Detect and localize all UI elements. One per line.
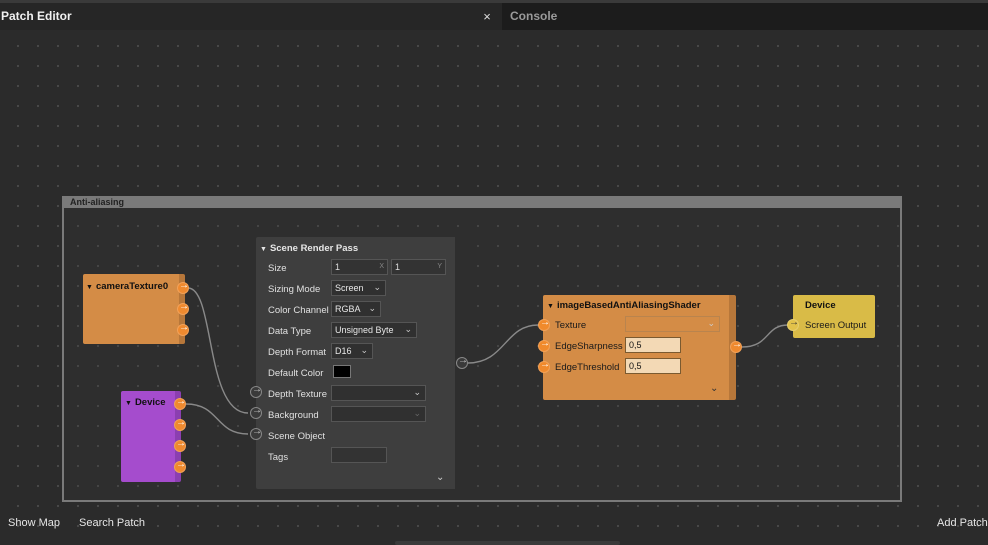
chevron-down-icon: ⌄: [368, 303, 376, 313]
screen-output-label: Screen Output: [805, 320, 867, 331]
chevron-down-icon: ⌄: [413, 387, 421, 397]
show-map-button[interactable]: Show Map: [8, 517, 60, 529]
node-anti-aliasing-shader[interactable]: ▼ imageBasedAntiAliasingShader Texture ⌄ …: [543, 295, 736, 400]
node-title: Device: [805, 300, 836, 311]
tags-input[interactable]: [331, 447, 387, 463]
group-anti-aliasing[interactable]: Anti-aliasing: [62, 196, 902, 502]
texture-input-port[interactable]: [538, 317, 550, 331]
node-title: ▼ Scene Render Pass: [260, 243, 359, 254]
node-title: ▼ cameraTexture0: [86, 281, 169, 292]
texture-label: Texture: [555, 320, 587, 331]
tab-bar: Patch Editor × Console: [0, 0, 988, 30]
group-header[interactable]: Anti-aliasing: [64, 197, 900, 208]
depth-format-select[interactable]: D16 ⌄: [331, 343, 373, 359]
device-output-port-2[interactable]: [174, 417, 186, 431]
size-label: Size: [268, 263, 287, 274]
collapse-triangle-icon[interactable]: ▼: [260, 246, 267, 253]
edge-sharpness-input[interactable]: 0,5: [625, 337, 681, 353]
size-x-input[interactable]: 1X: [331, 259, 388, 275]
sizing-mode-select[interactable]: Screen ⌄: [331, 280, 386, 296]
shader-output-port[interactable]: [730, 339, 742, 353]
collapse-triangle-icon[interactable]: ▼: [547, 303, 554, 310]
background-select[interactable]: ⌄: [331, 406, 426, 422]
search-patch-button[interactable]: Search Patch: [79, 517, 145, 529]
tags-label: Tags: [268, 452, 289, 463]
chevron-down-icon: ⌄: [360, 345, 368, 355]
camera-output-port-3[interactable]: [177, 322, 189, 336]
size-y-input[interactable]: 1Y: [391, 259, 446, 275]
depth-format-label: Depth Format: [268, 347, 327, 358]
edge-threshold-label: EdgeThreshold: [555, 362, 620, 373]
chevron-down-icon: ⌄: [404, 324, 412, 334]
chevron-down-icon: ⌄: [707, 318, 715, 328]
node-device-output[interactable]: Device Screen Output: [793, 295, 875, 338]
camera-output-port-1[interactable]: [177, 280, 189, 294]
color-channel-select[interactable]: RGBA ⌄: [331, 301, 381, 317]
node-device-input[interactable]: ▼ Device: [121, 391, 181, 482]
chevron-down-icon: ⌄: [413, 408, 421, 418]
texture-select[interactable]: ⌄: [625, 316, 720, 332]
edge-sharpness-input-port[interactable]: [538, 338, 550, 352]
camera-output-port-2[interactable]: [177, 301, 189, 315]
screen-output-input-port[interactable]: [787, 317, 799, 331]
horizontal-scrollbar[interactable]: [395, 541, 620, 545]
node-title: ▼ imageBasedAntiAliasingShader: [547, 300, 701, 311]
default-color-label: Default Color: [268, 368, 324, 379]
collapse-triangle-icon[interactable]: ▼: [86, 284, 93, 291]
expand-chevron-icon[interactable]: ⌄: [436, 472, 444, 483]
scene-object-label: Scene Object: [268, 431, 326, 442]
default-color-swatch[interactable]: [333, 365, 351, 378]
tab-console[interactable]: Console: [510, 3, 557, 30]
background-label: Background: [268, 410, 319, 421]
device-output-port-3[interactable]: [174, 438, 186, 452]
depth-texture-label: Depth Texture: [268, 389, 327, 400]
scene-object-input-port[interactable]: [250, 426, 262, 440]
close-icon[interactable]: ×: [478, 3, 496, 30]
sizing-mode-label: Sizing Mode: [268, 284, 321, 295]
expand-chevron-icon[interactable]: ⌄: [710, 383, 718, 394]
color-channel-label: Color Channel: [268, 305, 329, 316]
device-output-port-1[interactable]: [174, 396, 186, 410]
edge-threshold-input[interactable]: 0,5: [625, 358, 681, 374]
depth-texture-input-port[interactable]: [250, 384, 262, 398]
depth-texture-select[interactable]: ⌄: [331, 385, 426, 401]
data-type-select[interactable]: Unsigned Byte ⌄: [331, 322, 417, 338]
collapse-triangle-icon[interactable]: ▼: [125, 400, 132, 407]
chevron-down-icon: ⌄: [373, 282, 381, 292]
node-camera-texture[interactable]: ▼ cameraTexture0: [83, 274, 185, 344]
edge-sharpness-label: EdgeSharpness: [555, 341, 623, 352]
node-scene-render-pass[interactable]: ▼ Scene Render Pass Size 1X 1Y Sizing Mod…: [256, 237, 461, 489]
srp-output-port[interactable]: [456, 355, 468, 369]
edge-threshold-input-port[interactable]: [538, 359, 550, 373]
data-type-label: Data Type: [268, 326, 312, 337]
tab-patch-editor[interactable]: Patch Editor: [0, 3, 502, 30]
group-title: Anti-aliasing: [70, 197, 125, 207]
node-title: ▼ Device: [125, 397, 166, 408]
background-input-port[interactable]: [250, 405, 262, 419]
add-patch-button[interactable]: Add Patch: [937, 517, 988, 529]
device-output-port-4[interactable]: [174, 459, 186, 473]
